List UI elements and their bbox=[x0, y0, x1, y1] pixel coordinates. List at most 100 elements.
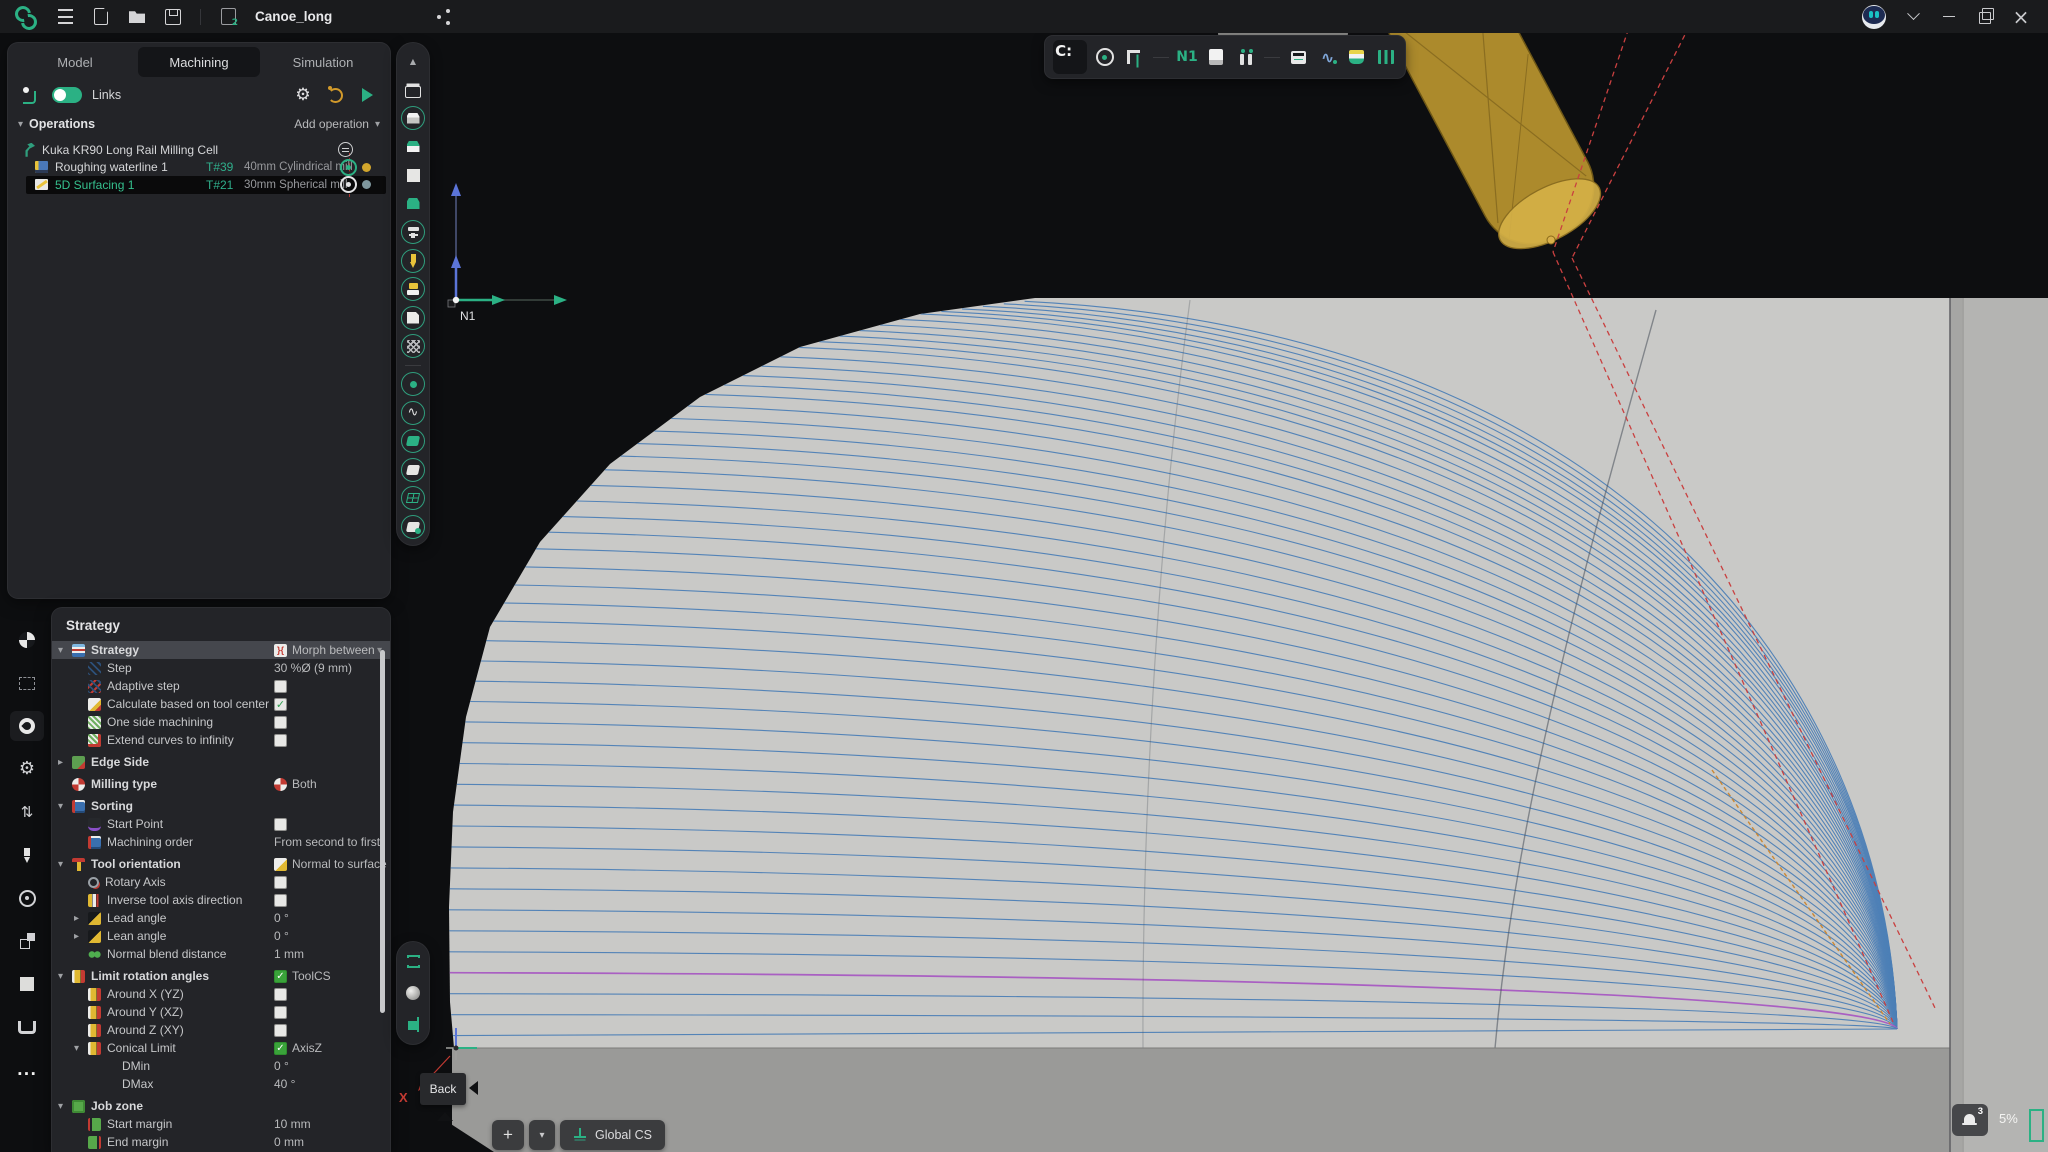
param-row-strategy[interactable]: ▾Strategy▾Morph between bbox=[52, 641, 390, 659]
param-row-extend-curves-to-infinity[interactable]: Extend curves to infinity bbox=[52, 731, 390, 749]
nav-arrow-up-icon[interactable] bbox=[437, 1112, 453, 1121]
more-options-rail-item[interactable]: ... bbox=[10, 1055, 44, 1085]
operations-collapse-icon[interactable]: ▾ bbox=[18, 119, 23, 130]
param-row-one-side-machining[interactable]: One side machining bbox=[52, 713, 390, 731]
machine-icon[interactable] bbox=[401, 78, 425, 102]
tool-mill-icon[interactable] bbox=[401, 220, 425, 244]
param-value[interactable]: Normal to surface bbox=[274, 855, 387, 873]
add-operation-caret-icon[interactable]: ▾ bbox=[375, 119, 380, 130]
param-value[interactable]: 0 ° bbox=[274, 909, 289, 927]
window-chevron-icon[interactable] bbox=[1902, 6, 1924, 28]
param-value[interactable] bbox=[274, 713, 287, 731]
param-value[interactable] bbox=[274, 873, 287, 891]
save-icon[interactable] bbox=[162, 6, 184, 28]
param-value[interactable] bbox=[274, 1003, 287, 1021]
layers-stack-icon[interactable] bbox=[1346, 46, 1368, 68]
window-close-icon[interactable] bbox=[2010, 6, 2032, 28]
param-value[interactable]: AxisZ bbox=[274, 1039, 322, 1057]
param-checkbox[interactable] bbox=[274, 970, 287, 983]
param-checkbox[interactable] bbox=[274, 1042, 287, 1055]
window-restore-icon[interactable] bbox=[1974, 6, 1996, 28]
param-row-end-margin[interactable]: End margin0 mm bbox=[52, 1133, 390, 1151]
linked-copies-rail-item[interactable] bbox=[10, 926, 44, 956]
frame-n1-icon[interactable]: N1 bbox=[1176, 46, 1198, 68]
param-value[interactable] bbox=[274, 891, 287, 909]
param-row-sorting[interactable]: ▾Sorting bbox=[52, 797, 390, 815]
operation-cell-row[interactable]: Kuka KR90 Long Rail Milling Cell bbox=[8, 141, 390, 159]
back-button[interactable]: Back bbox=[420, 1073, 466, 1105]
user-avatar[interactable] bbox=[1862, 5, 1886, 29]
strategy-compass-icon[interactable] bbox=[16, 715, 38, 737]
param-checkbox[interactable] bbox=[274, 988, 287, 1001]
workpiece-icon[interactable] bbox=[401, 106, 425, 130]
milling-tool[interactable] bbox=[1369, 0, 1613, 264]
param-value[interactable] bbox=[274, 985, 287, 1003]
param-row-dmax[interactable]: DMax40 ° bbox=[52, 1075, 390, 1093]
tool-holder-icon[interactable] bbox=[401, 277, 425, 301]
document-versions-icon[interactable] bbox=[217, 6, 239, 28]
strategy-compass-rail-item[interactable] bbox=[10, 711, 44, 741]
graph-analysis-icon[interactable] bbox=[1317, 46, 1339, 68]
param-value[interactable]: ToolCS bbox=[274, 967, 331, 985]
operation-row-roughing-waterline-1[interactable]: Roughing waterline 1T#3940mm Cylindrical… bbox=[8, 159, 390, 177]
param-row-rotary-axis[interactable]: Rotary Axis bbox=[52, 873, 390, 891]
param-checkbox[interactable] bbox=[274, 716, 287, 729]
transfer-arrows-rail-item[interactable] bbox=[10, 797, 44, 827]
param-row-lead-angle[interactable]: ▸Lead angle0 ° bbox=[52, 909, 390, 927]
plain-square-icon[interactable] bbox=[401, 163, 425, 187]
param-row-start-point[interactable]: Start Point bbox=[52, 815, 390, 833]
tab-simulation[interactable]: Simulation bbox=[262, 47, 384, 77]
suppress-toggle-icon[interactable] bbox=[336, 141, 354, 159]
param-checkbox[interactable] bbox=[274, 1006, 287, 1019]
view-sphere-icon[interactable] bbox=[402, 982, 424, 1004]
recalculate-icon[interactable] bbox=[324, 84, 346, 106]
blank-square-rail-item[interactable] bbox=[10, 969, 44, 999]
drill-rail-icon[interactable] bbox=[16, 844, 38, 866]
param-value[interactable]: Both bbox=[274, 775, 317, 793]
param-value[interactable]: 0 ° bbox=[274, 927, 289, 945]
share-icon[interactable] bbox=[432, 6, 454, 28]
app-menu-icon[interactable] bbox=[54, 6, 76, 28]
stock-icon[interactable] bbox=[401, 135, 425, 159]
equalizer-levels-icon[interactable] bbox=[1375, 46, 1397, 68]
param-checkbox[interactable] bbox=[274, 734, 287, 747]
param-value[interactable]: 10 mm bbox=[274, 1115, 311, 1133]
param-row-start-margin[interactable]: Start margin10 mm bbox=[52, 1115, 390, 1133]
param-row-inverse-tool-axis-direction[interactable]: Inverse tool axis direction bbox=[52, 891, 390, 909]
mesh-body-icon[interactable] bbox=[401, 334, 425, 358]
param-row-lean-angle[interactable]: ▸Lean angle0 ° bbox=[52, 927, 390, 945]
param-checkbox[interactable] bbox=[274, 894, 287, 907]
settings-gear-icon[interactable] bbox=[16, 758, 38, 780]
view-flag-icon[interactable] bbox=[402, 1014, 424, 1036]
selection-marquee-rail-item[interactable] bbox=[10, 668, 44, 698]
drill-rail-rail-item[interactable] bbox=[10, 840, 44, 870]
collision-check-icon[interactable] bbox=[1235, 46, 1257, 68]
run-simulation-icon[interactable] bbox=[356, 84, 378, 106]
param-value[interactable]: 40 ° bbox=[274, 1075, 295, 1093]
param-value[interactable]: Morph between bbox=[274, 641, 375, 659]
sheet-body-icon[interactable] bbox=[401, 306, 425, 330]
stock-sheet-icon[interactable] bbox=[1205, 46, 1227, 68]
caliper-icon[interactable] bbox=[1123, 46, 1145, 68]
param-row-around-y-xz[interactable]: Around Y (XZ) bbox=[52, 1003, 390, 1021]
holder-clamp-rail-item[interactable] bbox=[10, 1012, 44, 1042]
surface-entity-icon[interactable] bbox=[401, 429, 425, 453]
param-value[interactable] bbox=[274, 731, 287, 749]
param-value[interactable] bbox=[274, 677, 287, 695]
param-value[interactable] bbox=[274, 1021, 287, 1039]
tab-model[interactable]: Model bbox=[14, 47, 136, 77]
param-row-around-z-xy[interactable]: Around Z (XY) bbox=[52, 1021, 390, 1039]
operation-radio[interactable] bbox=[340, 159, 357, 176]
fit-screen-icon[interactable] bbox=[402, 950, 424, 972]
param-value[interactable]: 0 ° bbox=[274, 1057, 289, 1075]
param-value[interactable]: 0 mm bbox=[274, 1133, 304, 1151]
curve-entity-icon[interactable] bbox=[401, 401, 425, 425]
global-cs-button[interactable]: Global CS bbox=[560, 1120, 665, 1150]
gauge-rail-item[interactable] bbox=[10, 883, 44, 913]
param-checkbox[interactable] bbox=[274, 876, 287, 889]
param-row-machining-order[interactable]: Machining orderFrom second to first bbox=[52, 833, 390, 851]
add-cs-button[interactable]: + bbox=[492, 1120, 524, 1150]
linked-copies-icon[interactable] bbox=[16, 930, 38, 952]
file-new-icon[interactable] bbox=[90, 6, 112, 28]
surface-point-icon[interactable] bbox=[401, 515, 425, 539]
